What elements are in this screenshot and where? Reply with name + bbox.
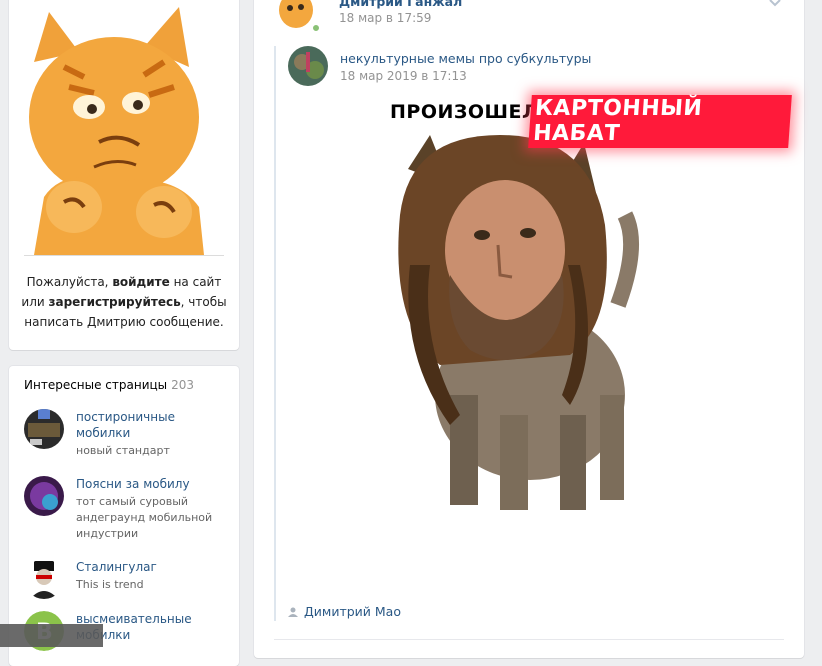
page-name[interactable]: Поясни за мобилу <box>76 476 226 492</box>
login-hint: Пожалуйста, войдите на сайт или зарегист… <box>19 272 229 332</box>
register-link[interactable]: зарегистрируйтесь <box>49 295 181 309</box>
author-avatar[interactable] <box>276 0 316 32</box>
login-link[interactable]: войдите <box>112 275 169 289</box>
login-prefix: Пожалуйста, <box>26 275 113 289</box>
meme-caption-right: КАРТОННЫЙ НАБАТ <box>528 95 792 148</box>
page-name[interactable]: Сталингулаг <box>76 559 226 575</box>
page-avatar[interactable] <box>24 559 64 599</box>
page-avatar[interactable] <box>24 476 64 516</box>
page-desc: This is trend <box>76 578 144 591</box>
horizontal-scrollbar[interactable] <box>0 624 103 647</box>
chevron-down-icon[interactable] <box>768 0 782 7</box>
repost-source-avatar[interactable] <box>288 46 328 86</box>
page-name[interactable]: постироничные мобилки <box>76 409 226 441</box>
repost-source-name[interactable]: некультурные мемы про субкультуры <box>340 51 591 66</box>
meme-caption-left: ПРОИЗОШЕЛ <box>390 101 539 123</box>
wall-post: Дмитрий Ганжал 18 мар в 17:59 некультурн… <box>254 0 804 658</box>
user-icon <box>288 605 298 617</box>
profile-avatar[interactable] <box>24 7 224 255</box>
page-desc: тот самый суровый андеграунд мобильной и… <box>76 495 213 540</box>
post-signature[interactable]: Димитрий Мао <box>288 604 401 619</box>
post-image[interactable]: ПРОИЗОШЕЛ КАРТОННЫЙ НАБАТ <box>300 95 792 525</box>
interesting-pages-count: 203 <box>171 378 195 392</box>
post-author[interactable]: Дмитрий Ганжал <box>339 0 462 9</box>
page-avatar[interactable] <box>24 409 64 449</box>
post-divider <box>274 639 784 640</box>
repost-bar <box>274 46 276 621</box>
interesting-pages-title: Интересные страницы <box>24 378 168 392</box>
profile-card: Пожалуйста, войдите на сайт или зарегист… <box>9 0 239 350</box>
interesting-pages-header[interactable]: Интересные страницы 203 <box>24 378 194 392</box>
post-date[interactable]: 18 мар в 17:59 <box>339 11 431 25</box>
page-desc: новый стандарт <box>76 444 170 457</box>
interesting-pages-card: Интересные страницы 203 постироничные моб… <box>9 366 239 666</box>
avatar-divider <box>24 255 224 256</box>
online-status-indicator <box>311 23 321 33</box>
repost-date[interactable]: 18 мар 2019 в 17:13 <box>340 69 467 83</box>
signature-name: Димитрий Мао <box>304 604 401 619</box>
